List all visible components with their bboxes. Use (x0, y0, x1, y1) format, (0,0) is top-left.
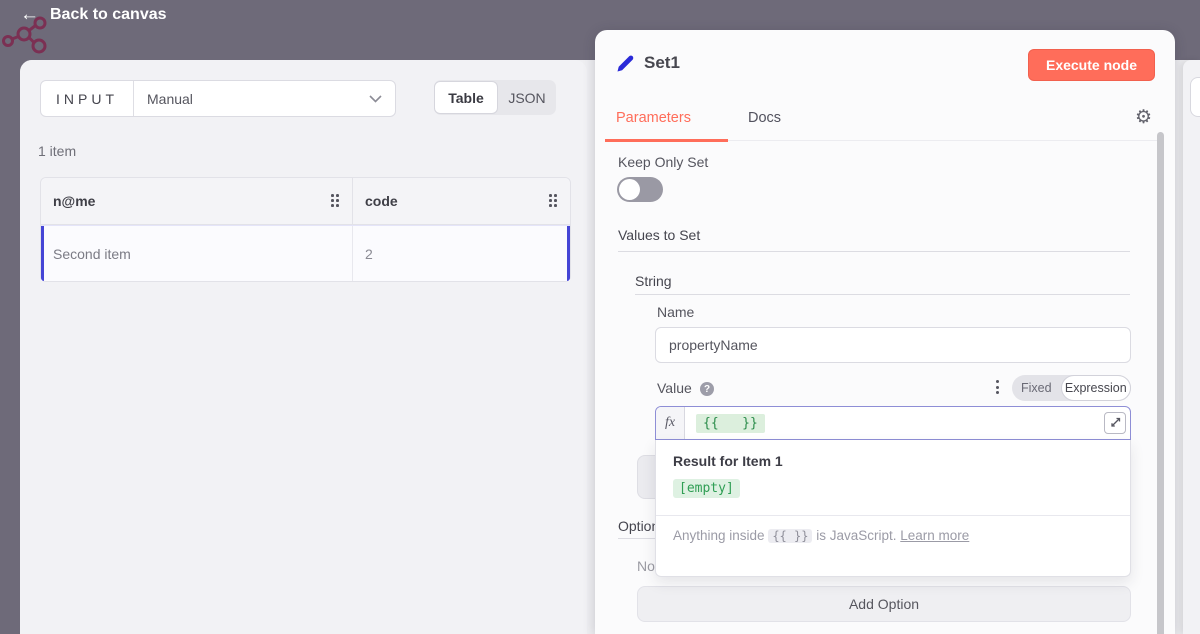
name-field-label: Name (657, 304, 694, 320)
expression-result-popup: Result for Item 1 [empty] Anything insid… (655, 440, 1131, 577)
edit-pencil-icon[interactable] (615, 54, 635, 74)
row-selection-bar-right (567, 226, 570, 281)
help-icon[interactable]: ? (700, 382, 714, 396)
expression-editor[interactable]: fx {{ }} (655, 406, 1131, 440)
section-divider (635, 294, 1130, 295)
column-name-label: n@me (53, 193, 95, 209)
execute-node-button[interactable]: Execute node (1028, 49, 1155, 81)
fx-icon: fx (656, 407, 685, 439)
drag-handle-icon[interactable] (549, 194, 558, 208)
output-header-box-edge (1190, 77, 1200, 117)
popup-hint: Anything inside {{ }} is JavaScript. Lea… (673, 528, 969, 543)
toggle-knob (619, 179, 640, 200)
input-source-select[interactable]: INPUT Manual (40, 80, 396, 117)
mode-fixed-button[interactable]: Fixed (1012, 381, 1061, 395)
keep-only-set-toggle[interactable] (617, 177, 663, 202)
table-cell[interactable]: Second item (41, 226, 353, 281)
table-cell[interactable]: 2 (353, 226, 570, 281)
view-mode-toggle: Table JSON (434, 80, 556, 115)
keep-only-set-label: Keep Only Set (618, 154, 708, 170)
input-source-value: Manual (134, 91, 369, 107)
popup-divider (656, 515, 1130, 516)
hint-prefix: Anything inside (673, 528, 765, 543)
expand-expression-icon[interactable] (1104, 412, 1126, 434)
input-panel: INPUT Manual Table JSON 1 item n@me code… (20, 60, 587, 634)
hint-braces: {{ }} (768, 529, 812, 543)
values-to-set-label: Values to Set (618, 227, 700, 243)
drag-handle-icon[interactable] (331, 194, 340, 208)
table-header-row: n@me code (41, 178, 570, 225)
table-header-cell[interactable]: code (353, 178, 570, 224)
column-code-label: code (365, 193, 398, 209)
tab-parameters[interactable]: Parameters (616, 110, 691, 126)
items-count: 1 item (38, 143, 76, 159)
tab-docs[interactable]: Docs (748, 110, 781, 126)
add-option-button[interactable]: Add Option (637, 586, 1131, 622)
mode-expression-button[interactable]: Expression (1061, 375, 1131, 401)
node-detail-panel: Set1 Execute node Parameters Docs ⚙ Keep… (595, 30, 1175, 634)
string-section-label: String (635, 273, 672, 289)
input-data-table: n@me code Second item 2 (40, 177, 571, 282)
chevron-down-icon (369, 95, 382, 103)
scrollbar[interactable] (1157, 132, 1164, 634)
table-header-cell[interactable]: n@me (41, 178, 353, 224)
node-title: Set1 (644, 53, 680, 73)
value-field-label: Value (657, 380, 692, 396)
view-table-button[interactable]: Table (434, 81, 498, 114)
name-input[interactable] (655, 327, 1131, 363)
view-json-button[interactable]: JSON (498, 90, 556, 106)
back-to-canvas-link[interactable]: Back to canvas (50, 6, 167, 24)
gear-icon[interactable]: ⚙ (1135, 106, 1152, 129)
result-value: [empty] (673, 479, 740, 498)
back-arrow-icon[interactable]: ← (20, 4, 39, 26)
hint-mid: is JavaScript. (816, 528, 896, 543)
result-title: Result for Item 1 (673, 453, 783, 469)
learn-more-link[interactable]: Learn more (900, 528, 969, 543)
row-selection-bar-left (41, 226, 44, 281)
expression-value[interactable]: {{ }} (696, 414, 765, 433)
value-mode-toggle: Fixed Expression (1012, 375, 1131, 401)
kebab-menu-icon[interactable] (994, 378, 1001, 396)
output-panel-edge (1183, 60, 1200, 634)
input-panel-label: INPUT (41, 81, 134, 116)
active-tab-underline (605, 139, 728, 142)
table-row[interactable]: Second item 2 (41, 225, 570, 281)
section-divider (618, 251, 1130, 252)
